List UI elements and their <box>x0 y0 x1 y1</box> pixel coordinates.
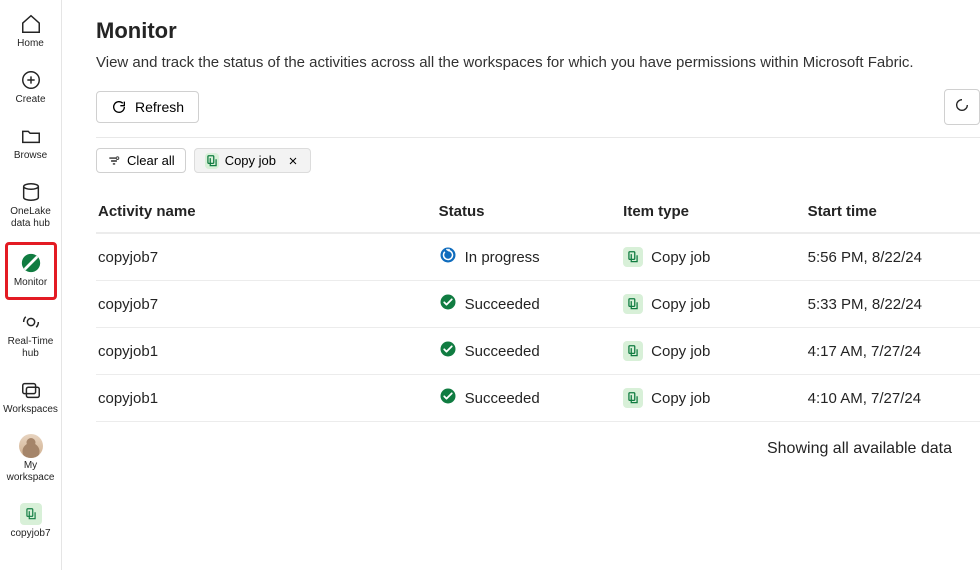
nav-onelake[interactable]: OneLake data hub <box>5 174 57 238</box>
nav-realtime[interactable]: Real-Time hub <box>5 304 57 368</box>
cell-activity: copyjob7 <box>98 249 439 266</box>
nav-label: copyjob7 <box>10 528 50 540</box>
status-text: In progress <box>465 249 540 266</box>
col-status[interactable]: Status <box>439 203 624 220</box>
nav-label: My workspace <box>5 460 57 484</box>
cell-status: Succeeded <box>439 387 624 409</box>
copy-job-icon <box>623 294 643 314</box>
item-type-text: Copy job <box>651 390 710 407</box>
cell-starttime: 4:17 AM, 7/27/24 <box>808 343 978 360</box>
table-row[interactable]: copyjob1 Succeeded Copy job 4:10 AM, 7/27/2… <box>96 375 980 422</box>
left-nav: Home Create Browse OneLake data hub Moni <box>0 0 62 570</box>
cell-itemtype: Copy job <box>623 247 808 267</box>
overflow-button[interactable] <box>944 89 980 125</box>
refresh-label: Refresh <box>135 99 184 115</box>
cell-activity: copyjob7 <box>98 296 439 313</box>
workspaces-icon <box>19 378 43 402</box>
table-header: Activity name Status Item type Start tim… <box>96 191 980 234</box>
table-row[interactable]: copyjob7 Succeeded Copy job 5:33 PM, 8/22/2… <box>96 281 980 328</box>
home-icon <box>19 12 43 36</box>
nav-home[interactable]: Home <box>5 6 57 58</box>
footer-message: Showing all available data <box>96 422 980 458</box>
chevron-icon <box>954 97 970 118</box>
nav-monitor[interactable]: Monitor <box>5 242 57 300</box>
nav-label: Home <box>17 38 44 50</box>
col-itemtype[interactable]: Item type <box>623 203 808 220</box>
nav-my-workspace[interactable]: My workspace <box>5 428 57 492</box>
page-subtitle: View and track the status of the activit… <box>96 54 980 71</box>
cell-itemtype: Copy job <box>623 388 808 408</box>
table-row[interactable]: copyjob1 Succeeded Copy job 4:17 AM, 7/27/2… <box>96 328 980 375</box>
cell-activity: copyjob1 <box>98 343 439 360</box>
status-text: Succeeded <box>465 296 540 313</box>
cell-starttime: 5:33 PM, 8/22/24 <box>808 296 978 313</box>
clear-all-label: Clear all <box>127 153 175 168</box>
monitor-icon <box>19 251 43 275</box>
copy-job-icon <box>623 341 643 361</box>
copy-job-icon <box>623 247 643 267</box>
table-body: copyjob7 In progress Copy job 5:56 PM, 8/22… <box>96 234 980 422</box>
cell-itemtype: Copy job <box>623 294 808 314</box>
refresh-icon <box>111 99 127 115</box>
nav-label: OneLake data hub <box>5 206 57 230</box>
cell-status: Succeeded <box>439 340 624 362</box>
table-row[interactable]: copyjob7 In progress Copy job 5:56 PM, 8/22… <box>96 234 980 281</box>
divider <box>96 137 980 138</box>
data-hub-icon <box>19 180 43 204</box>
status-success-icon <box>439 340 457 362</box>
cell-status: Succeeded <box>439 293 624 315</box>
status-success-icon <box>439 293 457 315</box>
cell-starttime: 5:56 PM, 8/22/24 <box>808 249 978 266</box>
filter-row: Clear all Copy job <box>96 148 980 173</box>
nav-label: Workspaces <box>3 404 58 416</box>
nav-label: Browse <box>14 150 47 162</box>
plus-circle-icon <box>19 68 43 92</box>
status-progress-icon <box>439 246 457 268</box>
activities-table: Activity name Status Item type Start tim… <box>96 191 980 422</box>
folder-icon <box>19 124 43 148</box>
cell-starttime: 4:10 AM, 7/27/24 <box>808 390 978 407</box>
filter-chip-copyjob[interactable]: Copy job <box>194 148 311 173</box>
nav-label: Real-Time hub <box>5 336 57 360</box>
nav-label: Monitor <box>14 277 47 289</box>
status-text: Succeeded <box>465 390 540 407</box>
item-type-text: Copy job <box>651 296 710 313</box>
toolbar: Refresh <box>96 89 980 125</box>
item-type-text: Copy job <box>651 249 710 266</box>
filter-chip-label: Copy job <box>225 153 276 168</box>
nav-label: Create <box>15 94 45 106</box>
avatar-icon <box>19 434 43 458</box>
clear-all-chip[interactable]: Clear all <box>96 148 186 173</box>
copy-job-icon <box>623 388 643 408</box>
main-content: Monitor View and track the status of the… <box>62 0 980 570</box>
close-icon[interactable] <box>286 154 300 168</box>
nav-create[interactable]: Create <box>5 62 57 114</box>
copy-job-icon <box>19 502 43 526</box>
nav-workspaces[interactable]: Workspaces <box>5 372 57 424</box>
refresh-button[interactable]: Refresh <box>96 91 199 123</box>
cell-itemtype: Copy job <box>623 341 808 361</box>
realtime-icon <box>19 310 43 334</box>
item-type-text: Copy job <box>651 343 710 360</box>
copy-job-icon <box>205 154 219 168</box>
nav-browse[interactable]: Browse <box>5 118 57 170</box>
status-text: Succeeded <box>465 343 540 360</box>
app-root: Home Create Browse OneLake data hub Moni <box>0 0 980 570</box>
cell-status: In progress <box>439 246 624 268</box>
nav-copyjob7[interactable]: copyjob7 <box>5 496 57 548</box>
clear-all-icon <box>107 154 121 168</box>
cell-activity: copyjob1 <box>98 390 439 407</box>
col-starttime[interactable]: Start time <box>808 203 978 220</box>
page-title: Monitor <box>96 18 980 44</box>
col-activity[interactable]: Activity name <box>98 203 439 220</box>
status-success-icon <box>439 387 457 409</box>
